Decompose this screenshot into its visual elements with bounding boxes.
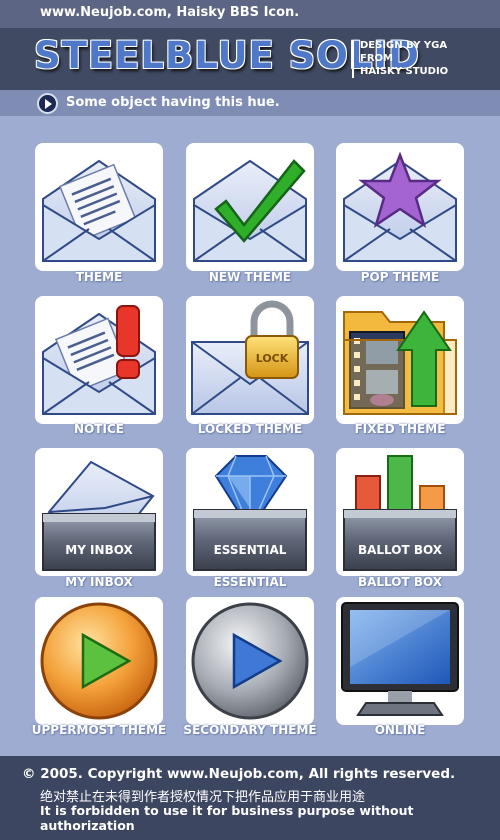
subtitle-bar: Some object having this hue. bbox=[0, 90, 500, 116]
new-theme-tile[interactable] bbox=[186, 143, 314, 271]
secondary-theme-tile[interactable] bbox=[186, 597, 314, 725]
icon-label: POP THEME bbox=[360, 270, 440, 284]
credit-line: HAISKY STUDIO bbox=[360, 66, 449, 77]
icon-label: THEME bbox=[75, 270, 123, 284]
uppermost-theme-tile[interactable] bbox=[35, 597, 163, 725]
envelope-padlock-icon: LOCK bbox=[191, 300, 309, 415]
my-inbox-tile[interactable]: MY INBOX bbox=[35, 448, 163, 576]
tray-label: BALLOT BOX bbox=[358, 543, 443, 557]
silver-play-orb-icon bbox=[191, 602, 309, 720]
gem-tray-icon: ESSENTIAL bbox=[193, 455, 307, 571]
notice-english: It is forbidden to use it for business p… bbox=[40, 803, 414, 833]
icon-label: LOCKED THEME bbox=[197, 422, 303, 436]
credit-line: DESIGN BY YGA bbox=[360, 40, 448, 51]
credits: DESIGN BY YGA FROM HAISKY STUDIO bbox=[360, 39, 448, 78]
icon-label: MY INBOX bbox=[65, 575, 133, 589]
credit-line: FROM bbox=[360, 53, 393, 64]
top-bar: www.Neujob.com, Haisky BBS Icon. bbox=[0, 0, 500, 28]
icon-label: SECONDARY THEME bbox=[183, 723, 317, 737]
footer: © 2005. Copyright www.Neujob.com, All ri… bbox=[0, 756, 500, 840]
icon-label: BALLOT BOX bbox=[357, 575, 443, 589]
ballot-box-tile[interactable]: BALLOT BOX bbox=[336, 448, 464, 576]
site-line: www.Neujob.com, Haisky BBS Icon. bbox=[40, 5, 300, 20]
envelope-checkmark-icon bbox=[193, 159, 307, 262]
banner-divider bbox=[352, 40, 354, 78]
icon-label: NEW THEME bbox=[208, 270, 292, 284]
notice-tile[interactable] bbox=[35, 296, 163, 424]
copyright-text: © 2005. Copyright www.Neujob.com, All ri… bbox=[22, 766, 456, 782]
play-bullet-icon bbox=[37, 93, 58, 114]
orange-play-orb-icon bbox=[40, 602, 158, 720]
fixed-theme-tile[interactable] bbox=[336, 296, 464, 424]
inbox-tray-icon: MY INBOX bbox=[42, 460, 156, 571]
lock-text: LOCK bbox=[256, 352, 289, 365]
locked-theme-tile[interactable]: LOCK bbox=[186, 296, 314, 424]
bar-chart-tray-icon: BALLOT BOX bbox=[343, 455, 457, 571]
essential-tile[interactable]: ESSENTIAL bbox=[186, 448, 314, 576]
icon-label: ESSENTIAL bbox=[213, 575, 287, 589]
icon-label: FIXED THEME bbox=[354, 422, 446, 436]
folder-arrow-icon bbox=[343, 310, 457, 415]
theme-tile[interactable] bbox=[35, 143, 163, 271]
monitor-icon bbox=[341, 602, 459, 716]
pop-theme-tile[interactable] bbox=[336, 143, 464, 271]
envelope-exclamation-icon bbox=[42, 305, 156, 415]
title-banner: STEELBLUE SOLID DESIGN BY YGA FROM HAISK… bbox=[0, 28, 500, 90]
tray-label: ESSENTIAL bbox=[214, 543, 287, 557]
icon-label: NOTICE bbox=[74, 422, 124, 436]
subtitle: Some object having this hue. bbox=[66, 95, 280, 110]
envelope-letter-icon bbox=[42, 159, 156, 262]
icon-label: ONLINE bbox=[374, 723, 426, 737]
icon-label: UPPERMOST THEME bbox=[31, 723, 167, 737]
envelope-star-icon bbox=[343, 151, 457, 262]
online-tile[interactable] bbox=[336, 597, 464, 725]
tray-label: MY INBOX bbox=[65, 543, 133, 557]
